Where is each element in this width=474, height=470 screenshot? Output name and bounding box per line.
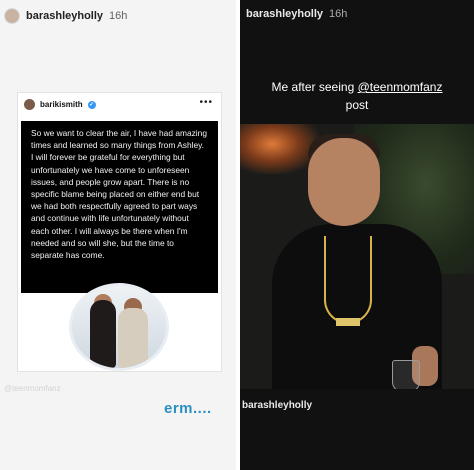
embedded-avatar [24,99,35,110]
embedded-account-name: barikismith [40,100,83,109]
story-caption: Me after seeing @teenmomfanz post [240,78,474,114]
right-username[interactable]: barashleyholly [246,8,323,20]
watermark: @teenmomfanz [4,384,61,393]
bottom-username-tag[interactable]: barashleyholly [242,400,312,411]
caption-suffix: post [345,98,369,112]
left-timestamp: 16h [109,10,128,22]
left-story-header: barashleyholly 16h [4,8,127,24]
left-profile-avatar[interactable] [4,8,20,24]
right-story-panel: barashleyholly 16h Me after seeing @teen… [240,0,474,470]
embedded-post-header: barikismith ✓ [24,99,96,110]
reaction-text: erm.... [164,400,212,417]
verified-badge-icon: ✓ [87,100,96,109]
embedded-post-card[interactable]: barikismith ✓ ••• So we want to clear th… [17,92,222,372]
left-username[interactable]: barashleyholly [26,10,103,22]
left-story-panel: barashleyholly 16h barikismith ✓ ••• So … [0,0,236,470]
caption-prefix: Me after seeing [271,80,358,94]
story-photo [240,124,474,389]
right-story-header: barashleyholly 16h [246,8,347,20]
statement-text: So we want to clear the air, I have had … [21,121,218,293]
couple-photo [69,283,169,371]
right-timestamp: 16h [329,8,348,20]
more-options-icon[interactable]: ••• [199,97,213,108]
caption-mention[interactable]: @teenmomfanz [358,80,443,94]
